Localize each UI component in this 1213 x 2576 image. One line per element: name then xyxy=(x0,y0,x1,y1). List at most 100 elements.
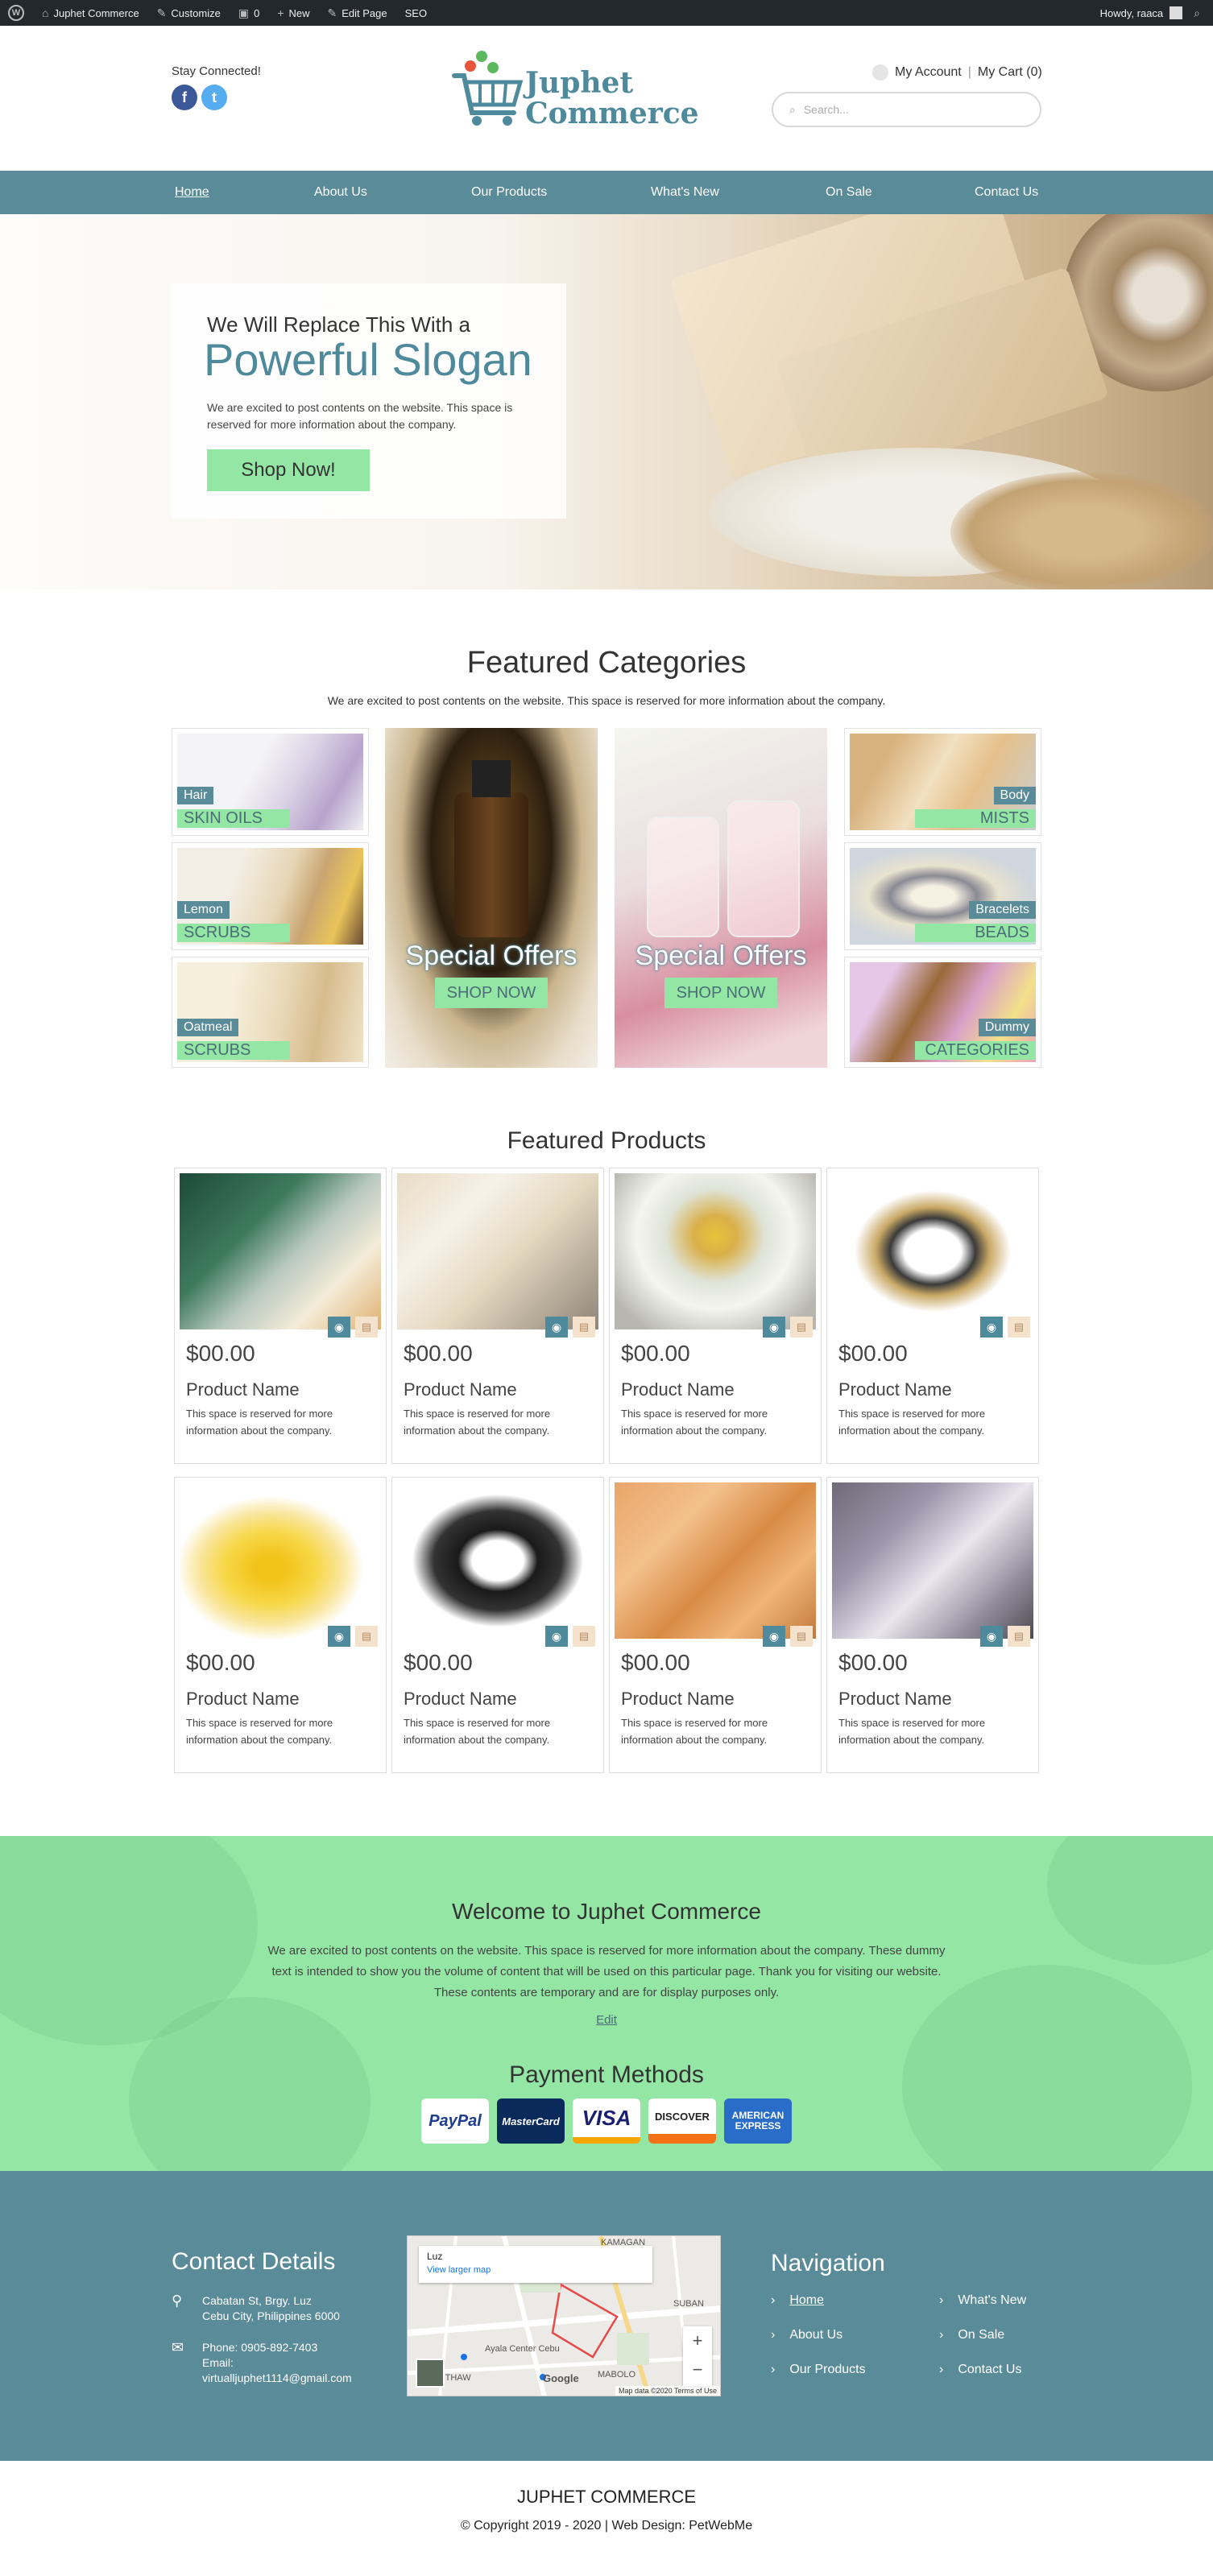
product-image[interactable] xyxy=(832,1482,1033,1639)
add-to-cart-icon[interactable]: ▤ xyxy=(1008,1317,1030,1338)
add-to-cart-icon[interactable]: ▤ xyxy=(355,1317,378,1338)
account-menu[interactable]: Howdy, raaca xyxy=(1100,6,1183,19)
category-tile-lemon[interactable]: Lemon SCRUBS xyxy=(172,842,369,950)
footer-nav-home[interactable]: › Home xyxy=(771,2293,824,2308)
zoom-in-button[interactable]: + xyxy=(683,2326,712,2355)
product-image[interactable] xyxy=(615,1482,816,1639)
product-name[interactable]: Product Name xyxy=(621,1379,735,1400)
dashboard-icon: ⌂ xyxy=(42,6,49,19)
nav-on-sale[interactable]: On Sale xyxy=(826,185,872,200)
wordpress-logo-button[interactable]: W xyxy=(8,5,24,21)
oats-image xyxy=(950,472,1213,589)
address-line-1: Cabatan St, Brgy. Luz xyxy=(202,2294,312,2307)
add-to-cart-icon[interactable]: ▤ xyxy=(355,1626,378,1647)
comments-link[interactable]: ▣ 0 xyxy=(238,6,259,20)
map-zoom-control: + − xyxy=(683,2326,712,2386)
special-offer-tile-1[interactable]: Special Offers SHOP NOW xyxy=(385,728,598,1068)
discover-icon: DISCOVER xyxy=(648,2098,716,2144)
shop-now-button[interactable]: SHOP NOW xyxy=(435,978,548,1008)
category-tile-body[interactable]: Body MISTS xyxy=(844,728,1041,836)
add-to-cart-icon[interactable]: ▤ xyxy=(1008,1626,1030,1647)
product-description: This space is reserved for more informat… xyxy=(404,1717,551,1746)
product-image[interactable] xyxy=(615,1173,816,1329)
footer-nav-whats-new[interactable]: › What's New xyxy=(939,2293,1026,2308)
view-larger-map-link[interactable]: View larger map xyxy=(427,2265,644,2275)
my-cart-link[interactable]: My Cart (0) xyxy=(978,65,1042,80)
quick-view-eye-icon[interactable]: ◉ xyxy=(980,1626,1003,1647)
category-tile-oatmeal[interactable]: Oatmeal SCRUBS xyxy=(172,957,369,1068)
footer-nav-contact-us[interactable]: › Contact Us xyxy=(939,2363,1021,2377)
footer-nav-our-products[interactable]: › Our Products xyxy=(771,2363,866,2377)
my-account-link[interactable]: My Account xyxy=(895,65,962,80)
site-logo[interactable]: Juphet Commerce xyxy=(451,43,699,132)
add-to-cart-icon[interactable]: ▤ xyxy=(573,1626,595,1647)
quick-view-eye-icon[interactable]: ◉ xyxy=(545,1626,568,1647)
search-input[interactable]: ⌕ Search... xyxy=(772,92,1041,127)
nav-home[interactable]: Home xyxy=(175,185,209,200)
shop-now-button[interactable]: Shop Now! xyxy=(207,449,370,491)
category-tile-hair[interactable]: Hair SKIN OILS xyxy=(172,728,369,836)
special-offer-tile-2[interactable]: Special Offers SHOP NOW xyxy=(615,728,827,1068)
new-content-link[interactable]: + New xyxy=(277,6,309,19)
search-toggle[interactable]: ⌕ xyxy=(1194,6,1205,20)
logo-text: Juphet Commerce xyxy=(525,66,699,130)
product-name[interactable]: Product Name xyxy=(186,1379,300,1400)
add-to-cart-icon[interactable]: ▤ xyxy=(790,1317,813,1338)
product-card[interactable]: ◉ ▤ $00.00 Product Name This space is re… xyxy=(174,1477,387,1773)
customize-link[interactable]: ✎ Customize xyxy=(157,6,221,20)
product-name[interactable]: Product Name xyxy=(404,1689,517,1710)
product-card[interactable]: ◉ ▤ $00.00 Product Name This space is re… xyxy=(609,1168,822,1464)
mastercard-icon: MasterCard xyxy=(497,2098,565,2144)
satellite-toggle-button[interactable] xyxy=(416,2359,445,2388)
product-name[interactable]: Product Name xyxy=(186,1689,300,1710)
product-card[interactable]: ◉ ▤ $00.00 Product Name This space is re… xyxy=(391,1477,604,1773)
footer-nav-about-us[interactable]: › About Us xyxy=(771,2328,842,2342)
product-card[interactable]: ◉ ▤ $00.00 Product Name This space is re… xyxy=(391,1168,604,1464)
category-tile-bracelets[interactable]: Bracelets BEADS xyxy=(844,842,1041,950)
product-image[interactable] xyxy=(180,1173,381,1329)
nav-about-us[interactable]: About Us xyxy=(314,185,367,200)
product-image[interactable] xyxy=(832,1173,1033,1329)
search-icon: ⌕ xyxy=(789,102,796,116)
product-name[interactable]: Product Name xyxy=(621,1689,735,1710)
product-price: $00.00 xyxy=(621,1341,690,1366)
zoom-out-button[interactable]: − xyxy=(683,2355,712,2384)
product-name[interactable]: Product Name xyxy=(838,1689,952,1710)
product-image[interactable] xyxy=(397,1482,598,1639)
seo-link[interactable]: SEO xyxy=(405,7,427,19)
nav-contact-us[interactable]: Contact Us xyxy=(975,185,1038,200)
quick-view-eye-icon[interactable]: ◉ xyxy=(328,1317,350,1338)
nav-our-products[interactable]: Our Products xyxy=(471,185,547,200)
quick-view-eye-icon[interactable]: ◉ xyxy=(545,1317,568,1338)
twitter-icon[interactable]: t xyxy=(201,85,227,110)
product-name[interactable]: Product Name xyxy=(838,1379,952,1400)
site-name-link[interactable]: ⌂ Juphet Commerce xyxy=(42,6,139,19)
product-name[interactable]: Product Name xyxy=(404,1379,517,1400)
edit-page-link[interactable]: ✎ Edit Page xyxy=(328,6,387,20)
edit-link[interactable]: Edit xyxy=(0,2013,1213,2027)
product-image[interactable] xyxy=(180,1482,381,1639)
category-tile-dummy[interactable]: Dummy CATEGORIES xyxy=(844,957,1041,1068)
product-card[interactable]: ◉ ▤ $00.00 Product Name This space is re… xyxy=(174,1168,387,1464)
add-to-cart-icon[interactable]: ▤ xyxy=(790,1626,813,1647)
category-sublabel: SCRUBS xyxy=(177,924,290,942)
product-card[interactable]: ◉ ▤ $00.00 Product Name This space is re… xyxy=(609,1477,822,1773)
google-map[interactable]: KAMAGAN SUBAN Ayala Center Cebu KAUTHAW … xyxy=(407,2235,721,2396)
product-image[interactable] xyxy=(397,1173,598,1329)
product-card[interactable]: ◉ ▤ $00.00 Product Name This space is re… xyxy=(826,1477,1039,1773)
hero-text-box: We Will Replace This With a Powerful Slo… xyxy=(172,283,566,519)
quick-view-eye-icon[interactable]: ◉ xyxy=(763,1626,785,1647)
quick-view-eye-icon[interactable]: ◉ xyxy=(328,1626,350,1647)
product-card[interactable]: ◉ ▤ $00.00 Product Name This space is re… xyxy=(826,1168,1039,1464)
quick-view-eye-icon[interactable]: ◉ xyxy=(980,1317,1003,1338)
nav-whats-new[interactable]: What's New xyxy=(651,185,719,200)
american-express-icon: AMERICAN EXPRESS xyxy=(724,2098,792,2144)
quick-view-eye-icon[interactable]: ◉ xyxy=(763,1317,785,1338)
add-to-cart-icon[interactable]: ▤ xyxy=(573,1317,595,1338)
facebook-icon[interactable]: f xyxy=(172,85,197,110)
shop-now-button[interactable]: SHOP NOW xyxy=(664,978,777,1008)
account-links: My Account | My Cart (0) xyxy=(872,64,1042,81)
map-info-card: Luz View larger map xyxy=(419,2246,652,2283)
footer-nav-on-sale[interactable]: › On Sale xyxy=(939,2328,1004,2342)
email-link[interactable]: virtualljuphet1114@gmail.com xyxy=(202,2371,352,2386)
